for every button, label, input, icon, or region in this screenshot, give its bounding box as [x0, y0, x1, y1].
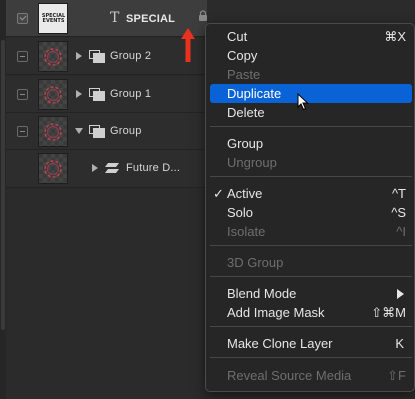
- menu-item-label: Delete: [227, 105, 265, 120]
- menu-item-label: Make Clone Layer: [227, 336, 333, 351]
- text-layer-icon: T: [110, 10, 120, 26]
- context-menu: Cut ⌘X Copy Paste Duplicate Delete Group…: [205, 23, 415, 392]
- menu-item-label: Copy: [227, 48, 258, 63]
- layer-thumbnail: [38, 116, 68, 147]
- menu-separator: [210, 126, 412, 127]
- menu-item-label: Paste: [227, 67, 261, 82]
- menu-item-label: Reveal Source Media: [227, 368, 352, 383]
- layer-thumbnail: [38, 79, 68, 110]
- menu-item-label: 3D Group: [227, 255, 284, 270]
- menu-item-reveal-source-media: Reveal Source Media ⇧F: [210, 366, 412, 385]
- layer-row-group[interactable]: Group: [6, 113, 207, 150]
- layer-active-checkbox[interactable]: [17, 89, 28, 100]
- disclosure-triangle-icon[interactable]: [76, 52, 82, 60]
- layer-thumbnail-text: SPECIAL EVENTS: [41, 13, 66, 24]
- layer-row-special[interactable]: SPECIAL EVENTS T SPECIAL: [6, 0, 207, 37]
- layer-row-group-1[interactable]: Group 1: [6, 76, 207, 113]
- menu-separator: [210, 326, 412, 327]
- menu-item-label: Add Image Mask: [227, 305, 325, 320]
- disclosure-triangle-icon[interactable]: [76, 90, 82, 98]
- disclosure-triangle-icon[interactable]: [75, 128, 83, 134]
- menu-item-shortcut: ⇧⌘M: [371, 305, 406, 320]
- menu-separator: [210, 245, 412, 246]
- layer-name: Future D...: [126, 162, 181, 174]
- menu-item-ungroup: Ungroup: [210, 153, 412, 172]
- layer-active-checkbox[interactable]: [17, 51, 28, 62]
- menu-item-3d-group: 3D Group: [210, 253, 412, 272]
- menu-item-make-clone-layer[interactable]: Make Clone Layer K: [210, 334, 412, 353]
- menu-item-label: Ungroup: [227, 155, 277, 170]
- layer-active-checkbox[interactable]: [17, 13, 28, 24]
- menu-item-label: Cut: [227, 29, 248, 44]
- layer-thumbnail: [38, 41, 68, 72]
- menu-item-solo[interactable]: Solo ^S: [210, 203, 412, 222]
- menu-item-add-image-mask[interactable]: Add Image Mask ⇧⌘M: [210, 303, 412, 322]
- layer-name: Group 1: [110, 88, 152, 100]
- menu-item-shortcut: ^I: [396, 224, 406, 239]
- layer-row-group-2[interactable]: Group 2: [6, 38, 207, 75]
- menu-item-cut[interactable]: Cut ⌘X: [210, 27, 412, 46]
- menu-item-label: Isolate: [227, 224, 266, 239]
- layer-name: Group: [110, 125, 142, 137]
- disclosure-triangle-icon[interactable]: [92, 164, 98, 172]
- layer-name: Group 2: [110, 50, 152, 62]
- menu-separator: [210, 176, 412, 177]
- menu-separator: [210, 357, 412, 358]
- lock-icon[interactable]: [198, 10, 208, 22]
- layer-name: SPECIAL: [126, 13, 176, 25]
- menu-item-shortcut: K: [395, 336, 404, 351]
- menu-item-copy[interactable]: Copy: [210, 46, 412, 65]
- layers-panel: SPECIAL EVENTS T SPECIAL Group 2 Group 1: [0, 0, 207, 399]
- submenu-arrow-icon: [397, 289, 404, 299]
- menu-item-shortcut: ⇧F: [387, 368, 406, 383]
- menu-item-active[interactable]: ✓ Active ^T: [210, 184, 412, 203]
- menu-item-label: Active: [227, 186, 263, 201]
- checkmark-icon: ✓: [213, 186, 224, 201]
- group-icon: [89, 125, 105, 138]
- layer-thumbnail: SPECIAL EVENTS: [38, 3, 68, 34]
- menu-item-paste: Paste: [210, 65, 412, 84]
- menu-item-shortcut: ^T: [391, 186, 406, 201]
- layers-empty-area: [6, 188, 207, 399]
- shape-layer-icon: [105, 163, 119, 173]
- menu-item-label: Group: [227, 136, 264, 151]
- layers-scrollbar-thumb[interactable]: [1, 40, 5, 330]
- menu-separator: [210, 276, 412, 277]
- menu-item-blend-mode[interactable]: Blend Mode: [210, 284, 412, 303]
- menu-item-duplicate[interactable]: Duplicate: [210, 84, 412, 103]
- menu-item-label: Duplicate: [227, 86, 282, 101]
- layer-active-checkbox[interactable]: [17, 126, 28, 137]
- layer-thumbnail: [38, 153, 68, 184]
- group-icon: [89, 88, 105, 101]
- layer-row-future-d[interactable]: Future D...: [6, 150, 207, 188]
- menu-item-label: Solo: [227, 205, 254, 220]
- menu-item-delete[interactable]: Delete: [210, 103, 412, 122]
- mouse-pointer-icon: [297, 93, 309, 111]
- menu-item-group[interactable]: Group: [210, 134, 412, 153]
- menu-item-shortcut: ^S: [391, 205, 406, 220]
- menu-item-label: Blend Mode: [227, 286, 297, 301]
- group-icon: [89, 50, 105, 63]
- annotation-arrow-icon: [181, 28, 195, 62]
- menu-item-shortcut: ⌘X: [384, 29, 406, 44]
- menu-item-isolate: Isolate ^I: [210, 222, 412, 241]
